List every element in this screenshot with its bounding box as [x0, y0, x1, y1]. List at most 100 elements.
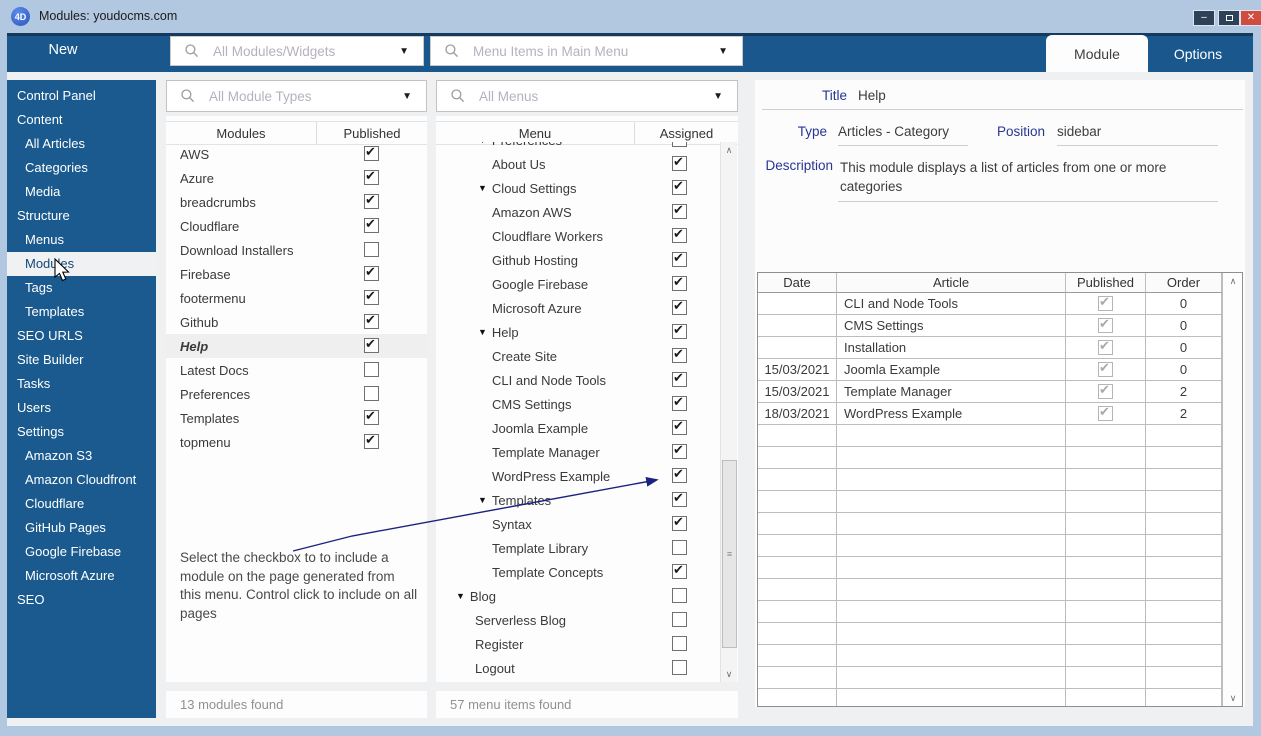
- scroll-up-icon[interactable]: ∧: [721, 142, 737, 158]
- checkbox[interactable]: ✔: [1098, 362, 1113, 377]
- column-header-article[interactable]: Article: [837, 273, 1066, 293]
- module-row-cloudflare[interactable]: Cloudflare✔: [166, 214, 427, 238]
- article-row-empty[interactable]: [758, 513, 1222, 535]
- checkbox[interactable]: ✔: [364, 338, 379, 353]
- sidebar-item-seo-urls[interactable]: SEO URLS: [7, 324, 156, 348]
- checkbox[interactable]: ✔: [672, 142, 687, 147]
- sidebar-item-modules[interactable]: Modules: [7, 252, 156, 276]
- menu-item-row-logout[interactable]: Logout✔: [436, 656, 720, 680]
- checkbox[interactable]: ✔: [364, 410, 379, 425]
- checkbox[interactable]: ✔: [364, 314, 379, 329]
- checkbox[interactable]: ✔: [672, 228, 687, 243]
- menu-item-row-wordpress-example[interactable]: WordPress Example✔: [436, 464, 720, 488]
- module-row-download-installers[interactable]: Download Installers✔: [166, 238, 427, 262]
- checkbox[interactable]: ✔: [672, 612, 687, 627]
- column-header-modules[interactable]: Modules: [166, 122, 317, 144]
- scroll-down-icon[interactable]: ∨: [721, 666, 737, 682]
- article-row-empty[interactable]: [758, 491, 1222, 513]
- sidebar-item-microsoft-azure[interactable]: Microsoft Azure: [7, 564, 156, 588]
- minimize-button[interactable]: –: [1193, 10, 1215, 26]
- article-row-empty[interactable]: [758, 557, 1222, 579]
- close-button[interactable]: ✕: [1240, 10, 1261, 26]
- article-row-empty[interactable]: [758, 601, 1222, 623]
- article-row-cms-settings[interactable]: CMS Settings✔0: [758, 315, 1222, 337]
- checkbox[interactable]: ✔: [364, 386, 379, 401]
- sidebar-item-structure[interactable]: Structure: [7, 204, 156, 228]
- article-row-empty[interactable]: [758, 645, 1222, 667]
- menus-combobox[interactable]: All Menus ▼: [436, 80, 738, 112]
- checkbox[interactable]: ✔: [672, 564, 687, 579]
- checkbox[interactable]: ✔: [1098, 384, 1113, 399]
- module-row-firebase[interactable]: Firebase✔: [166, 262, 427, 286]
- checkbox[interactable]: ✔: [364, 170, 379, 185]
- new-button[interactable]: New: [33, 42, 93, 64]
- checkbox[interactable]: ✔: [672, 348, 687, 363]
- chevron-down-icon[interactable]: ▼: [399, 46, 409, 57]
- article-row-template-manager[interactable]: 15/03/2021Template Manager✔2: [758, 381, 1222, 403]
- menu-item-row-create-site[interactable]: Create Site✔: [436, 344, 720, 368]
- column-header-menu[interactable]: Menu: [436, 122, 635, 144]
- sidebar-item-categories[interactable]: Categories: [7, 156, 156, 180]
- checkbox[interactable]: ✔: [672, 468, 687, 483]
- checkbox[interactable]: ✔: [364, 218, 379, 233]
- sidebar-item-tags[interactable]: Tags: [7, 276, 156, 300]
- checkbox[interactable]: ✔: [364, 362, 379, 377]
- article-row-empty[interactable]: [758, 689, 1222, 707]
- column-header-date[interactable]: Date: [758, 273, 837, 293]
- sidebar-item-seo[interactable]: SEO: [7, 588, 156, 612]
- article-row-empty[interactable]: [758, 623, 1222, 645]
- checkbox[interactable]: ✔: [672, 492, 687, 507]
- checkbox[interactable]: ✔: [672, 636, 687, 651]
- checkbox[interactable]: ✔: [672, 324, 687, 339]
- menu-scrollbar[interactable]: ∧ ≡ ∨: [720, 142, 737, 682]
- expander-icon[interactable]: ▼: [478, 142, 487, 145]
- checkbox[interactable]: ✔: [1098, 406, 1113, 421]
- checkbox[interactable]: ✔: [364, 434, 379, 449]
- menu-item-row-template-manager[interactable]: Template Manager✔: [436, 440, 720, 464]
- chevron-down-icon[interactable]: ▼: [718, 46, 728, 57]
- modules-search-combobox[interactable]: All Modules/Widgets ▼: [170, 36, 424, 66]
- module-row-templates[interactable]: Templates✔: [166, 406, 427, 430]
- checkbox[interactable]: ✔: [364, 242, 379, 257]
- module-row-github[interactable]: Github✔: [166, 310, 427, 334]
- sidebar-item-all-articles[interactable]: All Articles: [7, 132, 156, 156]
- sidebar-item-github-pages[interactable]: GitHub Pages: [7, 516, 156, 540]
- menu-item-row-blog[interactable]: ▼Blog✔: [436, 584, 720, 608]
- module-row-aws[interactable]: AWS✔: [166, 142, 427, 166]
- menu-item-row-cli-and-node-tools[interactable]: CLI and Node Tools✔: [436, 368, 720, 392]
- checkbox[interactable]: ✔: [672, 180, 687, 195]
- menu-item-row-serverless-blog[interactable]: Serverless Blog✔: [436, 608, 720, 632]
- chevron-down-icon[interactable]: ▼: [402, 91, 412, 102]
- sidebar-item-content[interactable]: Content: [7, 108, 156, 132]
- menu-item-row-github-hosting[interactable]: Github Hosting✔: [436, 248, 720, 272]
- maximize-button[interactable]: [1218, 10, 1240, 26]
- checkbox[interactable]: ✔: [672, 588, 687, 603]
- column-header-published[interactable]: Published: [1066, 273, 1146, 293]
- scrollbar-thumb[interactable]: ≡: [722, 460, 737, 648]
- article-row-joomla-example[interactable]: 15/03/2021Joomla Example✔0: [758, 359, 1222, 381]
- expander-icon[interactable]: ▼: [478, 327, 487, 337]
- article-row-empty[interactable]: [758, 535, 1222, 557]
- sidebar-item-menus[interactable]: Menus: [7, 228, 156, 252]
- checkbox[interactable]: ✔: [672, 276, 687, 291]
- checkbox[interactable]: ✔: [672, 420, 687, 435]
- checkbox[interactable]: ✔: [672, 372, 687, 387]
- article-row-installation[interactable]: Installation✔0: [758, 337, 1222, 359]
- menu-item-row-help[interactable]: ▼Help✔: [436, 320, 720, 344]
- menu-item-row-preferences[interactable]: ▼Preferences✔: [436, 142, 720, 152]
- tab-options[interactable]: Options: [1148, 35, 1248, 72]
- module-row-azure[interactable]: Azure✔: [166, 166, 427, 190]
- module-row-help[interactable]: Help✔: [166, 334, 427, 358]
- sidebar-item-google-firebase[interactable]: Google Firebase: [7, 540, 156, 564]
- checkbox[interactable]: ✔: [364, 266, 379, 281]
- checkbox[interactable]: ✔: [672, 300, 687, 315]
- menu-item-row-cloud-settings[interactable]: ▼Cloud Settings✔: [436, 176, 720, 200]
- menu-item-row-amazon-aws[interactable]: Amazon AWS✔: [436, 200, 720, 224]
- chevron-down-icon[interactable]: ▼: [713, 91, 723, 102]
- checkbox[interactable]: ✔: [672, 396, 687, 411]
- checkbox[interactable]: ✔: [1098, 318, 1113, 333]
- sidebar-item-settings[interactable]: Settings: [7, 420, 156, 444]
- module-row-topmenu[interactable]: topmenu✔: [166, 430, 427, 454]
- sidebar-item-tasks[interactable]: Tasks: [7, 372, 156, 396]
- article-row-empty[interactable]: [758, 447, 1222, 469]
